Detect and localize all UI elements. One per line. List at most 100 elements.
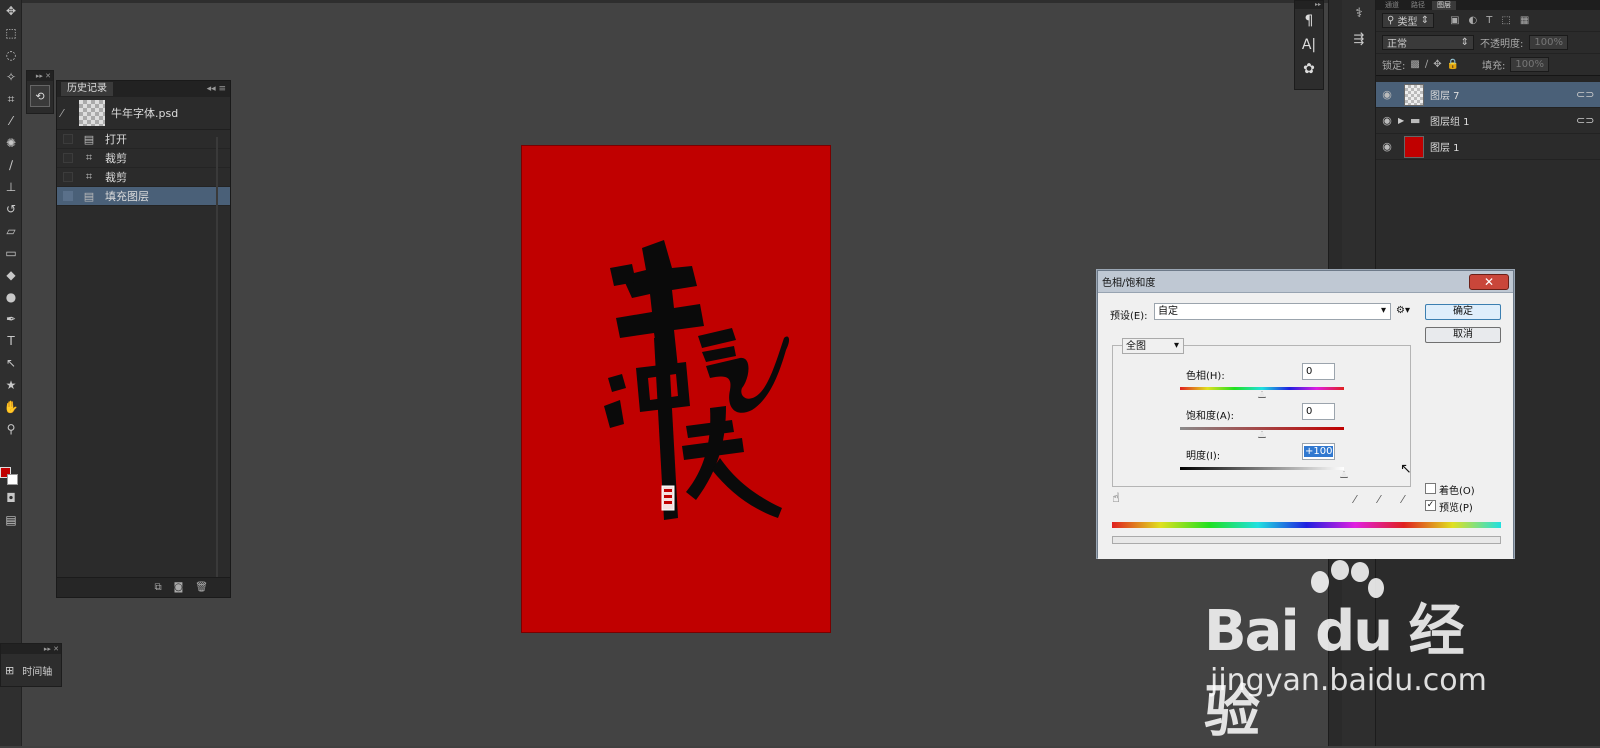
- channel-select[interactable]: 全图 ▾: [1122, 338, 1184, 354]
- fill-input[interactable]: 100%: [1510, 57, 1550, 72]
- camera-snapshot-icon[interactable]: ◙: [174, 582, 184, 593]
- tab-channels[interactable]: 通道: [1380, 1, 1404, 10]
- cancel-button[interactable]: 取消: [1425, 327, 1501, 343]
- history-brush-tool-icon[interactable]: ↺: [0, 198, 22, 220]
- adjustments-icon[interactable]: ⚕: [1342, 0, 1376, 26]
- path-selection-tool-icon[interactable]: ↖: [0, 352, 22, 374]
- layer-row-active[interactable]: ◉ 图层 7 ⊂⊃: [1376, 82, 1600, 108]
- strip-collapse-icon[interactable]: ▸▸ ✕: [27, 71, 53, 81]
- background-color-swatch[interactable]: [7, 474, 18, 485]
- filter-pixel-icon[interactable]: ▣: [1450, 15, 1459, 26]
- lasso-tool-icon[interactable]: ◌: [0, 44, 22, 66]
- ok-button[interactable]: 确定: [1425, 304, 1501, 320]
- stamp-tool-icon[interactable]: ⊥: [0, 176, 22, 198]
- document-canvas[interactable]: [521, 145, 831, 633]
- dock-collapse-icon[interactable]: ▸▸: [1295, 1, 1323, 9]
- eyedropper-minus-icon[interactable]: ⁄: [1402, 493, 1404, 506]
- type-tool-icon[interactable]: T: [0, 330, 22, 352]
- dialog-body: 预设(E): 自定 ▾ ⚙▾ 确定 取消 全图 ▾ 色相(H): 0 饱和度(A…: [1098, 293, 1513, 559]
- history-toggle-icon[interactable]: ⟲: [30, 85, 50, 107]
- tools-toolbar: ✥ ⬚ ◌ ✧ ⌗ ⁄ ✺ ∕ ⊥ ↺ ▱ ▭ ◆ ● ✒ T ↖ ★ ✋ ⚲ …: [0, 0, 22, 746]
- opacity-input[interactable]: 100%: [1529, 35, 1568, 50]
- history-tab[interactable]: 历史记录: [61, 82, 113, 96]
- glyphs-icon[interactable]: ✿: [1295, 57, 1323, 81]
- dialog-titlebar[interactable]: 色相/饱和度 ✕: [1098, 271, 1513, 293]
- saturation-input[interactable]: 0: [1302, 403, 1335, 420]
- eyedropper-plus-icon[interactable]: ⁄: [1378, 493, 1380, 506]
- targeted-adjustment-hand-icon[interactable]: ☝: [1112, 491, 1120, 506]
- new-document-from-state-icon[interactable]: ⧉: [154, 582, 161, 593]
- brush-tool-icon[interactable]: ∕: [0, 154, 22, 176]
- lightness-slider-track[interactable]: [1180, 467, 1344, 470]
- layer-name: 图层 7: [1430, 91, 1460, 102]
- filter-shape-icon[interactable]: ⬚: [1501, 15, 1510, 26]
- history-item[interactable]: ⌗ 裁剪: [57, 168, 230, 187]
- history-brush-checkbox[interactable]: [63, 134, 73, 144]
- snapshot-name: 牛年字体.psd: [111, 107, 179, 120]
- trash-icon[interactable]: 🗑: [195, 582, 208, 593]
- history-scrollbar[interactable]: [216, 137, 218, 577]
- move-tool-icon[interactable]: ✥: [0, 0, 22, 22]
- history-brush-checkbox[interactable]: [63, 172, 73, 182]
- preset-options-gear-icon[interactable]: ⚙▾: [1396, 305, 1410, 316]
- lock-image-icon[interactable]: ∕: [1425, 59, 1428, 70]
- tab-layers[interactable]: 图层: [1432, 1, 1456, 10]
- blur-tool-icon[interactable]: ◆: [0, 264, 22, 286]
- expand-group-icon[interactable]: ▶: [1398, 116, 1410, 125]
- hand-tool-icon[interactable]: ✋: [0, 396, 22, 418]
- filter-smart-object-icon[interactable]: ▦: [1520, 15, 1529, 26]
- visibility-eye-icon[interactable]: ◉: [1376, 140, 1398, 153]
- blend-mode-select[interactable]: 正常 ⇕: [1382, 35, 1474, 50]
- panel-menu-icon[interactable]: ◂◂ ≡: [207, 84, 226, 94]
- eraser-tool-icon[interactable]: ▱: [0, 220, 22, 242]
- character-icon[interactable]: A|: [1295, 33, 1323, 57]
- eyedropper-icon[interactable]: ⁄: [1354, 493, 1356, 506]
- preview-checkbox[interactable]: ✓: [1425, 500, 1436, 511]
- properties-icon[interactable]: ⇶: [1342, 26, 1376, 52]
- crop-tool-icon[interactable]: ⌗: [0, 88, 22, 110]
- preset-select[interactable]: 自定 ▾: [1154, 303, 1391, 320]
- link-icon[interactable]: ⊂⊃: [1576, 88, 1600, 101]
- colorize-checkbox[interactable]: [1425, 483, 1436, 494]
- history-item-active[interactable]: ▤ 填充图层: [57, 187, 230, 206]
- magic-wand-tool-icon[interactable]: ✧: [0, 66, 22, 88]
- lock-transparency-icon[interactable]: ▩: [1410, 59, 1419, 70]
- marquee-tool-icon[interactable]: ⬚: [0, 22, 22, 44]
- layer-row[interactable]: ◉ 图层 1: [1376, 134, 1600, 160]
- link-icon[interactable]: ⊂⊃: [1576, 114, 1600, 127]
- layer-group-row[interactable]: ◉ ▶ ▬ 图层组 1 ⊂⊃: [1376, 108, 1600, 134]
- visibility-eye-icon[interactable]: ◉: [1376, 88, 1398, 101]
- history-item[interactable]: ▤ 打开: [57, 130, 230, 149]
- hue-input[interactable]: 0: [1302, 363, 1335, 380]
- visibility-eye-icon[interactable]: ◉: [1376, 114, 1398, 127]
- gradient-tool-icon[interactable]: ▭: [0, 242, 22, 264]
- zoom-tool-icon[interactable]: ⚲: [0, 418, 22, 440]
- screen-mode-icon[interactable]: ▤: [0, 509, 22, 531]
- lock-position-icon[interactable]: ✥: [1433, 59, 1441, 70]
- dodge-tool-icon[interactable]: ●: [0, 286, 22, 308]
- paragraph-icon[interactable]: ¶: [1295, 9, 1323, 33]
- history-brush-checkbox[interactable]: [63, 191, 73, 201]
- shape-tool-icon[interactable]: ★: [0, 374, 22, 396]
- timeline-collapse-icon[interactable]: ▸▸ ✕: [1, 644, 61, 654]
- saturation-label: 饱和度(A):: [1186, 411, 1235, 422]
- pen-tool-icon[interactable]: ✒: [0, 308, 22, 330]
- filter-type-icon[interactable]: T: [1486, 15, 1492, 26]
- healing-brush-tool-icon[interactable]: ✺: [0, 132, 22, 154]
- close-icon[interactable]: ✕: [1469, 273, 1509, 290]
- timeline-icon[interactable]: ⊞: [5, 664, 14, 677]
- lightness-input[interactable]: +100: [1302, 443, 1335, 460]
- history-brush-checkbox[interactable]: [63, 153, 73, 163]
- history-snapshot[interactable]: ⁄ 牛年字体.psd: [57, 97, 230, 130]
- eyedropper-tool-icon[interactable]: ⁄: [0, 110, 22, 132]
- hue-slider-track[interactable]: [1180, 387, 1344, 390]
- lock-all-icon[interactable]: 🔒: [1447, 59, 1459, 70]
- filter-kind-select[interactable]: ⚲ 类型 ⇕: [1382, 13, 1435, 28]
- quick-mask-icon[interactable]: ◘: [0, 487, 22, 509]
- history-item[interactable]: ⌗ 裁剪: [57, 149, 230, 168]
- timeline-label[interactable]: 时间轴: [22, 663, 52, 678]
- history-brush-source-icon[interactable]: ⁄: [61, 107, 75, 120]
- filter-adjustment-icon[interactable]: ◐: [1469, 15, 1478, 26]
- tab-paths[interactable]: 路径: [1406, 1, 1430, 10]
- saturation-slider-track[interactable]: [1180, 427, 1344, 430]
